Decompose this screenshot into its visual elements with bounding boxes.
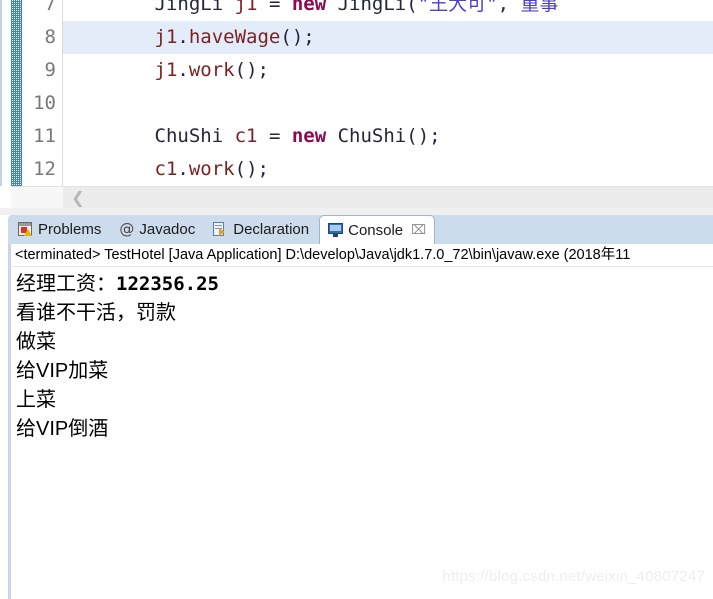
code-token-punct: = [257,0,292,15]
console-output-line: 给VIP加菜 [16,360,109,382]
console-output[interactable]: 经理工资：122356.25 看谁不干活，罚款 做菜给VIP加菜 上菜给VIP倒酒 [11,270,713,444]
console-output-number: 122356.25 [116,273,219,295]
declaration-icon [213,222,228,237]
scroll-left-chevron-icon[interactable]: ❮ [69,188,87,208]
console-output-line: 上菜 [16,389,56,411]
code-token-punct: (); [234,158,269,180]
code-token-punct: , [497,0,521,15]
code-token-str: "王大可" [417,0,498,15]
code-editor[interactable]: 7 8 9 10 11 12 JingLi j1 = new JingLi("王大可", … [0,0,713,186]
code-token-kw: new [291,0,327,15]
code-token-punct: . [177,26,189,48]
console-icon [328,223,344,237]
code-token-str: 重事 [520,0,559,15]
code-token-kw: new [291,125,327,147]
line-number: 11 [33,125,56,147]
tab-declaration[interactable]: Declaration [205,215,318,244]
code-token-var: c1 [234,125,258,147]
csdn-watermark: https://blog.csdn.net/weixin_40807247 [442,568,705,585]
console-view[interactable]: <terminated> TestHotel [Java Application… [8,244,713,599]
console-output-line: 经理工资：122356.25 [16,270,713,299]
code-token-var: j1 [154,59,178,81]
code-token-punct: ( [406,0,418,15]
editor-left-frame [0,0,11,186]
tab-console[interactable]: Console ⌧ [319,215,436,244]
code-token-punct: = [257,125,292,147]
code-line[interactable] [63,87,713,120]
code-line[interactable]: JingLi j1 = new JingLi("王大可", 重事 [63,0,713,21]
code-token-type: ChuShi [154,125,224,147]
line-number: 8 [44,26,56,48]
code-line[interactable]: j1.haveWage(); [63,21,713,54]
editor-line-number-gutter: 7 8 9 10 11 12 [22,0,63,186]
code-token-type: JingLi [337,0,407,15]
bottom-view-tabbar: Problems @ Javadoc Declaration Console ⌧ [0,215,713,244]
code-token-var: work [188,59,235,81]
editor-horizontal-scrollbar[interactable]: ❮ [11,186,713,209]
editor-code-area[interactable]: JingLi j1 = new JingLi("王大可", 重事 j1.have… [63,0,713,186]
console-output-line: 给VIP倒酒 [16,418,109,440]
tab-problems[interactable]: Problems [10,215,110,244]
code-token-punct: . [177,59,189,81]
javadoc-icon: @ [119,220,135,238]
console-launch-status: <terminated> TestHotel [Java Application… [11,244,713,267]
console-output-line: 做菜 [16,331,56,353]
code-token-var: c1 [154,158,178,180]
line-number: 12 [33,158,56,180]
code-token-var: work [188,158,235,180]
code-line[interactable]: c1.work(); [63,153,713,186]
code-token-var: j1 [154,26,178,48]
code-token-punct: (); [280,26,315,48]
problems-icon [18,222,33,237]
code-line[interactable]: ChuShi c1 = new ChuShi(); [63,120,713,153]
code-line[interactable]: j1.work(); [63,54,713,87]
code-token-punct: (); [406,125,441,147]
tab-label: Declaration [233,221,310,238]
code-token-var: j1 [234,0,258,15]
console-output-line: 看谁不干活，罚款 [16,302,176,324]
close-icon[interactable]: ⌧ [411,222,426,238]
line-number: 7 [44,0,56,15]
line-number: 9 [44,59,56,81]
code-token-type: JingLi [154,0,224,15]
console-output-text: 经理工资： [16,273,116,295]
code-token-punct: (); [234,59,269,81]
code-token-type: ChuShi [337,125,407,147]
folded-code-ellipsis[interactable]: .. [340,175,367,186]
editor-console-splitter[interactable] [0,208,713,215]
editor-scrollbar-track[interactable] [63,187,713,209]
line-number: 10 [33,92,56,114]
tab-javadoc[interactable]: @ Javadoc [111,215,204,244]
tab-label: Problems [38,221,102,238]
code-token-punct: . [177,158,189,180]
tab-label: Console [348,221,404,239]
eclipse-ide-window: 7 8 9 10 11 12 JingLi j1 = new JingLi("王大可", … [0,0,713,599]
tab-label: Javadoc [139,221,196,238]
code-token-var: haveWage [188,26,281,48]
